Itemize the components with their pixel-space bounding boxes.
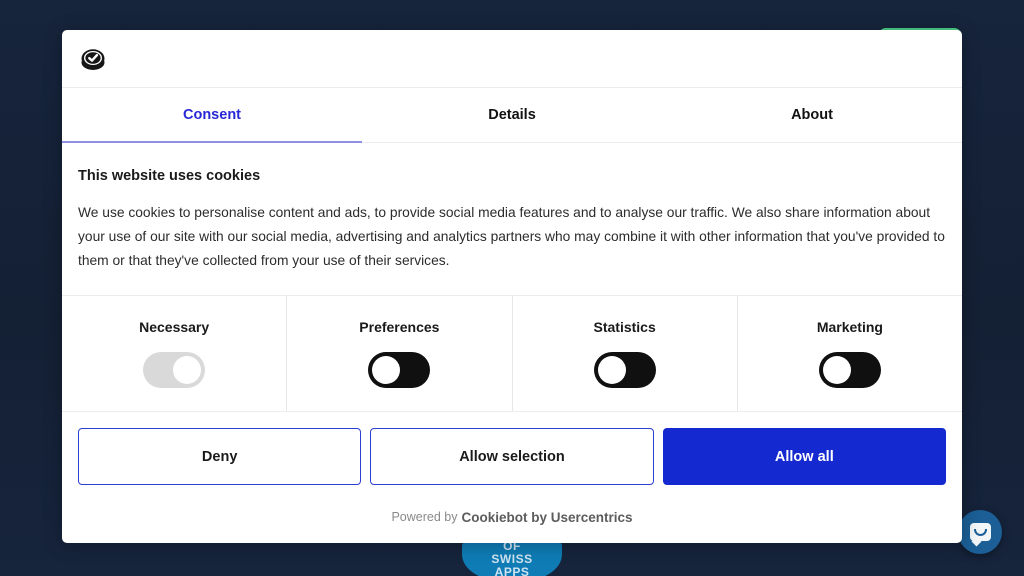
cookie-categories: Necessary Preferences Statistics Marketi… xyxy=(62,296,962,412)
category-marketing: Marketing xyxy=(738,296,962,411)
tab-consent-label: Consent xyxy=(183,107,241,123)
category-statistics: Statistics xyxy=(513,296,738,411)
toggle-statistics[interactable] xyxy=(594,352,656,388)
toggle-statistics-knob xyxy=(598,356,626,384)
category-statistics-label: Statistics xyxy=(594,319,656,335)
dialog-header xyxy=(62,30,962,88)
badge-line-3: APPS xyxy=(462,566,562,576)
dialog-footer: Powered by Cookiebot by Usercentrics xyxy=(62,497,962,543)
chat-smile-icon xyxy=(974,529,987,536)
category-preferences: Preferences xyxy=(287,296,512,411)
cookiebot-cookie-check-icon xyxy=(78,44,108,74)
category-necessary: Necessary xyxy=(62,296,287,411)
toggle-marketing-knob xyxy=(823,356,851,384)
dialog-description: We use cookies to personalise content an… xyxy=(78,201,946,273)
toggle-preferences-knob xyxy=(372,356,400,384)
cookiebot-brand-link[interactable]: Cookiebot by Usercentrics xyxy=(461,510,632,525)
dialog-tabs: Consent Details About xyxy=(62,88,962,143)
dialog-title: This website uses cookies xyxy=(78,168,946,184)
toggle-necessary xyxy=(143,352,205,388)
deny-button[interactable]: Deny xyxy=(78,428,361,485)
powered-by-label: Powered by xyxy=(391,510,457,524)
dialog-actions: Deny Allow selection Allow all xyxy=(62,412,962,497)
toggle-marketing[interactable] xyxy=(819,352,881,388)
cookie-consent-dialog: Consent Details About This website uses … xyxy=(62,30,962,543)
tab-details[interactable]: Details xyxy=(362,88,662,142)
toggle-necessary-knob xyxy=(173,356,201,384)
allow-selection-button[interactable]: Allow selection xyxy=(370,428,653,485)
tab-details-label: Details xyxy=(488,107,536,123)
dialog-body: This website uses cookies We use cookies… xyxy=(62,143,962,296)
tab-consent[interactable]: Consent xyxy=(62,88,362,142)
category-necessary-label: Necessary xyxy=(139,319,209,335)
swiss-apps-badge-text: OF SWISS APPS xyxy=(462,540,562,576)
intercom-chat-launcher[interactable] xyxy=(958,510,1002,554)
chat-bubble-icon xyxy=(970,523,991,541)
tab-about-label: About xyxy=(791,107,833,123)
toggle-preferences[interactable] xyxy=(368,352,430,388)
category-preferences-label: Preferences xyxy=(359,319,439,335)
tab-about[interactable]: About xyxy=(662,88,962,142)
allow-all-button[interactable]: Allow all xyxy=(663,428,946,485)
category-marketing-label: Marketing xyxy=(817,319,883,335)
